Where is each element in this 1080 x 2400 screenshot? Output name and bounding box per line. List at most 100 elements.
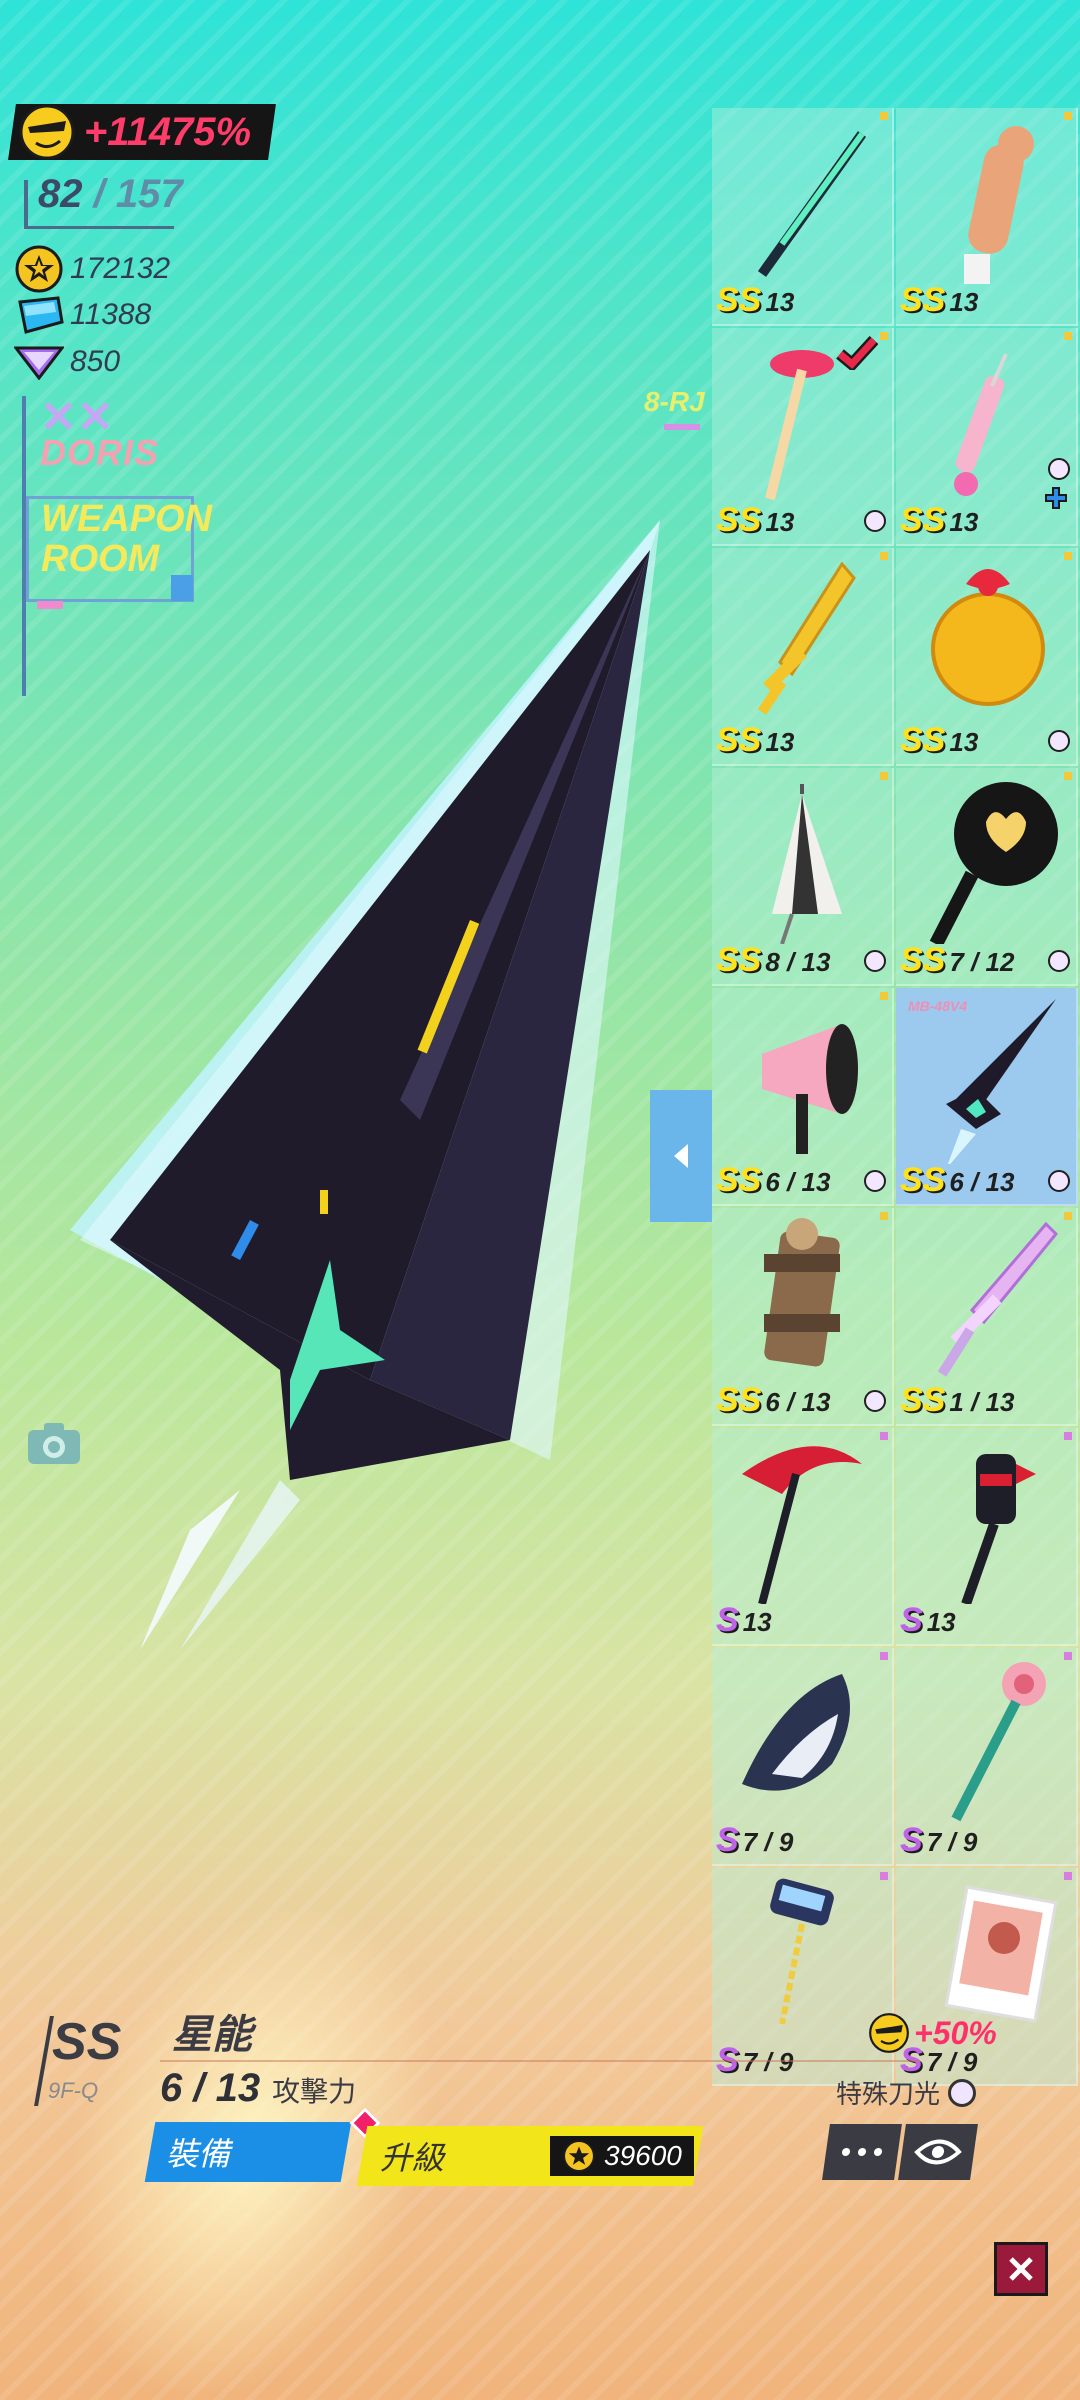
smiley-face-icon (869, 2013, 909, 2053)
weapon-slot[interactable]: SS 6 / 13 (712, 988, 894, 1206)
selected-level: 6 / 13 (160, 2066, 261, 2110)
weapon-slot[interactable]: SS 13 (712, 108, 894, 326)
slot-rank-level: SS 13 (716, 281, 794, 320)
slot-corner-marker (1064, 552, 1072, 560)
gold-coin-icon (15, 245, 63, 293)
character-name[interactable]: DORIS (40, 432, 159, 474)
weapon-slot[interactable]: S 13 (712, 1428, 894, 1646)
weapon-slot[interactable]: MB-48V4 SS 6 / 13 (896, 988, 1078, 1206)
preview-button[interactable] (898, 2124, 978, 2180)
slot-rank: S (900, 1821, 923, 1859)
upgrade-cost-amount: 39600 (604, 2140, 682, 2171)
plus-icon (1045, 487, 1067, 509)
special-slash-ring-icon (1048, 458, 1070, 480)
stat-label: 攻擊力 (272, 2076, 357, 2107)
slot-corner-marker (880, 772, 888, 780)
slot-rank-level: S7 / 9 (716, 1821, 793, 1860)
spiked-mace-icon (961, 1454, 1036, 1604)
slot-rank: SS (716, 1161, 762, 1199)
weapon-slot[interactable]: SS 6 / 13 (712, 1208, 894, 1426)
slot-corner-marker (1064, 1652, 1072, 1660)
slot-level: 13 (949, 507, 979, 537)
slot-rank-level: SS 13 (900, 721, 978, 760)
slot-corner-marker (880, 552, 888, 560)
mech-cannon-icon (764, 1218, 840, 1367)
weapon-slot[interactable]: S7 / 9 (896, 1648, 1078, 1866)
slot-rank-level: SS 6 / 13 (900, 1161, 1014, 1200)
syringe-icon (954, 353, 1008, 496)
camera-icon[interactable] (26, 1420, 82, 1466)
weapon-slot[interactable]: S 13 (896, 1428, 1078, 1646)
slot-corner-marker (1064, 1432, 1072, 1440)
slot-level: 8 / 13 (765, 947, 831, 977)
arrow-left-icon (674, 1144, 688, 1168)
weapon-slot[interactable]: S7 / 9 (712, 1868, 894, 2086)
slot-corner-marker (880, 112, 888, 120)
slot-corner-marker (880, 1872, 888, 1880)
special-slash-row[interactable]: 特殊刀光 (836, 2074, 977, 2111)
star-spear-icon (946, 999, 1056, 1164)
phone-flail-icon (770, 1878, 834, 2025)
umbrella-icon (772, 784, 842, 944)
slot-rank: SS (900, 721, 946, 759)
bonus-indicator: +50% (868, 2012, 997, 2054)
weapon-slot[interactable]: SS 13 (712, 328, 894, 546)
slot-corner-marker (1064, 772, 1072, 780)
room-marker (171, 575, 193, 601)
slot-rank: SS (900, 1161, 946, 1199)
slot-corner-marker (1064, 112, 1072, 120)
close-icon (1009, 2257, 1033, 2281)
upgrade-label: 升級 (380, 2139, 445, 2177)
slot-rank-level: SS 13 (716, 721, 794, 760)
flower-staff-icon (951, 1662, 1046, 1822)
purple-crystal-icon (14, 346, 64, 380)
slot-rank: SS (716, 281, 762, 319)
slot-corner-marker (1064, 1872, 1072, 1880)
slot-corner-marker (880, 992, 888, 1000)
weapon-slot[interactable]: SS 7 / 12 (896, 768, 1078, 986)
shark-icon (742, 1674, 850, 1791)
more-dots-icon (841, 2148, 883, 2156)
weapon-room-line1: WEAPON (41, 498, 212, 540)
slot-level: 13 (765, 287, 795, 317)
gold-resource: 172132 (14, 244, 170, 294)
slot-level: 13 (765, 727, 795, 757)
eye-icon (914, 2139, 962, 2165)
slot-rank-level: SS 6 / 13 (716, 1161, 830, 1200)
weapon-slot[interactable]: SS 13 (896, 108, 1078, 326)
slot-rank-level: SS 1 / 13 (900, 1381, 1014, 1420)
selected-weapon-name: 星能 (172, 2012, 252, 2058)
crystal-sword-icon (937, 1221, 1059, 1377)
slot-rank: SS (716, 941, 762, 979)
weapon-slot[interactable]: S7 / 9 (712, 1648, 894, 1866)
equip-label: 裝備 (166, 2135, 231, 2173)
weapon-slot[interactable]: SS 13 (896, 548, 1078, 766)
star-spear-display (70, 520, 660, 1650)
weapon-slot[interactable]: SS 1 / 13 (896, 1208, 1078, 1426)
equip-button[interactable]: 裝備 (144, 2122, 352, 2182)
weapon-count-owned: 82 (38, 172, 83, 216)
selected-code: 9F-Q (48, 2078, 99, 2103)
weapon-count-total: 157 (115, 172, 183, 216)
weapon-slot[interactable]: SS 13 (712, 548, 894, 766)
more-options-button[interactable] (822, 2124, 902, 2180)
weapon-slot[interactable]: SS 13 (896, 328, 1078, 546)
slot-rank-level: SS 13 (900, 501, 978, 540)
special-slash-ring-icon (1048, 950, 1070, 972)
blue-gem-icon (18, 296, 64, 334)
slot-rank-level: SS 13 (900, 281, 978, 320)
upgrade-button[interactable]: 升級 39600 (356, 2126, 704, 2186)
upgrade-cost: 39600 (550, 2136, 694, 2176)
slot-rank-level: S 13 (716, 1601, 772, 1640)
slot-rank-level: S7 / 9 (900, 1821, 977, 1860)
collapse-panel-button[interactable] (650, 1090, 712, 1222)
slot-corner-marker (880, 1652, 888, 1660)
smiley-face-icon (19, 104, 75, 160)
weapon-count: 82 / 157 (38, 172, 183, 217)
weapon-slot[interactable]: SS 8 / 13 (712, 768, 894, 986)
selected-rank: SS (52, 2013, 122, 2071)
count-separator: / (93, 172, 105, 216)
slot-corner-marker (880, 1212, 888, 1220)
slot-tag: MB-48V4 (908, 998, 968, 1014)
close-button[interactable] (994, 2242, 1048, 2296)
